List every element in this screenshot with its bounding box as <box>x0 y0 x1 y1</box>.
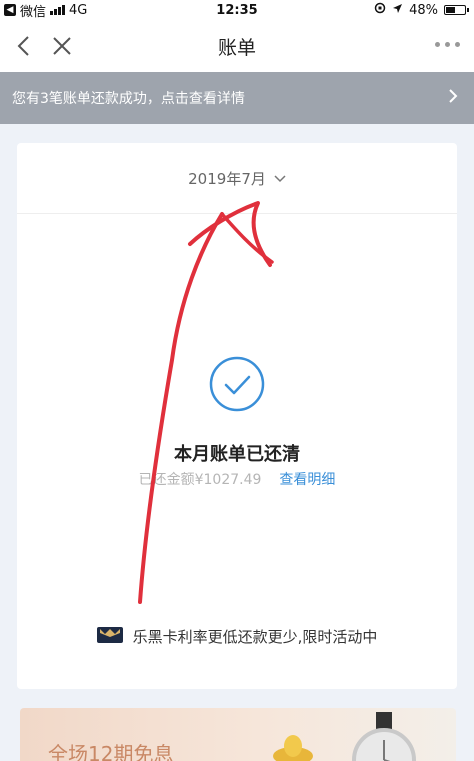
page-title: 账单 <box>217 36 256 59</box>
status-bar: ◀ 微信 4G 12:35 48% <box>0 0 474 20</box>
repaid-label: 已还金额 <box>138 472 195 488</box>
status-left: ◀ 微信 4G <box>4 1 87 20</box>
more-icon[interactable] <box>435 42 460 47</box>
battery-percent: 48% <box>409 2 438 18</box>
month-selector[interactable]: 2019年7月 <box>17 143 457 214</box>
signal-icon <box>50 5 66 15</box>
chevron-down-icon <box>274 169 286 187</box>
back-to-app-icon[interactable]: ◀ <box>4 4 16 16</box>
ad-text: 全场12期免息 <box>48 742 174 761</box>
promo-text: 乐黑卡利率更低还款更少,限时活动中 <box>132 627 378 646</box>
nav-bar: 账单 <box>0 20 474 72</box>
check-circle-icon <box>209 356 265 412</box>
view-detail-link[interactable]: 查看明细 <box>279 472 335 488</box>
month-label: 2019年7月 <box>188 169 266 188</box>
status-right: 48% <box>374 2 469 18</box>
bill-status-title: 本月账单已还清 <box>174 444 300 465</box>
carrier-label: 微信 <box>20 4 47 20</box>
watch-image <box>338 712 428 761</box>
repaid-amount: ¥1027.49 <box>194 472 262 488</box>
location-icon <box>392 3 403 18</box>
bill-card: 2019年7月 本月账单已还清 已还金额¥1027.49 查看明细 乐黑卡利率更低… <box>17 143 457 689</box>
black-card-icon <box>96 625 123 647</box>
gold-ingot-icon <box>268 722 318 761</box>
rotation-lock-icon <box>374 2 386 18</box>
promo-row[interactable]: 乐黑卡利率更低还款更少,限时活动中 <box>17 625 457 647</box>
ad-banner[interactable]: 全场12期免息 <box>20 708 456 761</box>
back-arrow-icon[interactable] <box>12 32 36 60</box>
network-label: 4G <box>69 2 88 18</box>
notice-text: 您有3笔账单还款成功，点击查看详情 <box>12 91 245 107</box>
chevron-right-icon <box>448 88 458 108</box>
battery-icon <box>444 5 469 15</box>
close-icon[interactable] <box>50 32 74 60</box>
repayment-notice-banner[interactable]: 您有3笔账单还款成功，点击查看详情 <box>0 72 474 124</box>
repaid-amount-row: 已还金额¥1027.49 查看明细 <box>17 469 457 489</box>
